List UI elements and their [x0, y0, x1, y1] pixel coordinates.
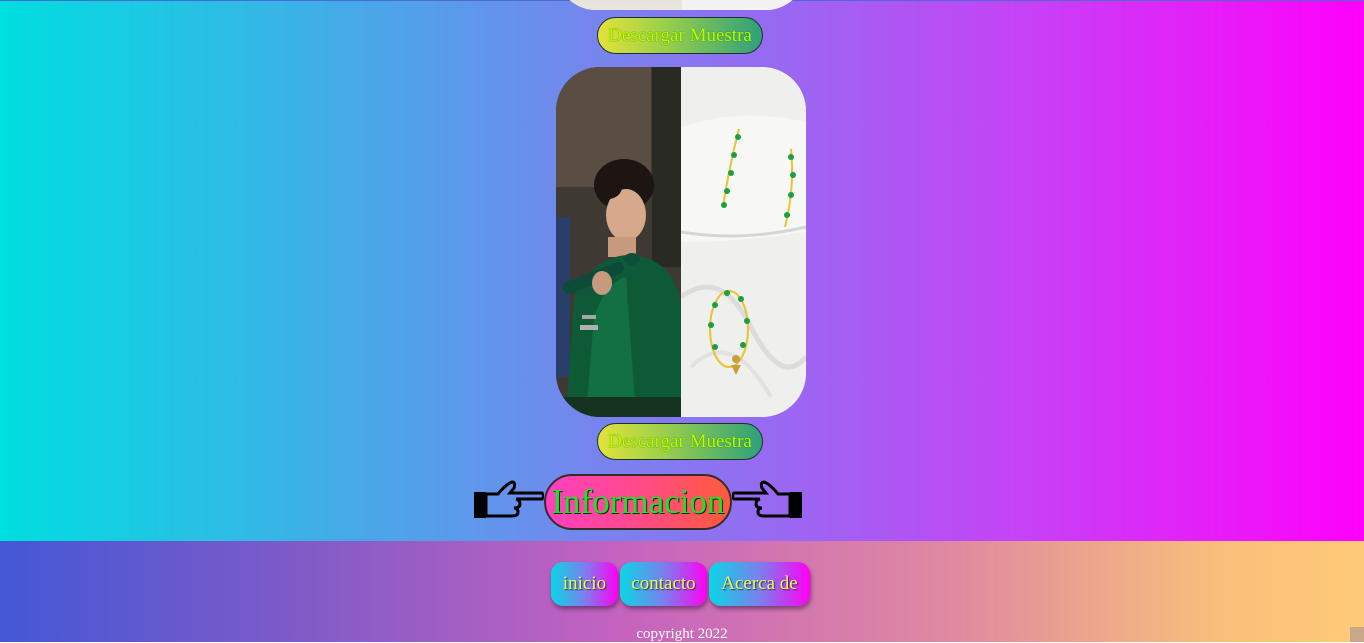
resize-handle[interactable] [1350, 627, 1364, 642]
pointing-right-hand-icon [472, 480, 545, 527]
download-sample-button[interactable]: Descargar Muestra [597, 423, 763, 460]
product-image-card [556, 67, 806, 417]
singer-photo [556, 67, 681, 417]
copyright-text: copyright 2022 [636, 626, 728, 642]
information-section: Informacion [470, 474, 810, 530]
main-section: Descargar Muestra Descargar Muestra Info… [0, 0, 1364, 541]
bracelets-photo [681, 67, 806, 417]
download-sample-button[interactable]: Descargar Muestra [597, 17, 763, 54]
nav-contacto-button[interactable]: contacto [620, 562, 707, 606]
singer-illustration [556, 67, 681, 417]
footer: inicio contacto Acerca de copyright 2022 [0, 541, 1364, 642]
information-button[interactable]: Informacion [544, 474, 732, 530]
previous-product-image [556, 0, 806, 10]
nav-acerca-de-button[interactable]: Acerca de [709, 562, 810, 606]
bracelets-illustration [681, 67, 806, 417]
pointing-left-hand-icon [731, 480, 804, 527]
nav-inicio-button[interactable]: inicio [551, 562, 618, 606]
